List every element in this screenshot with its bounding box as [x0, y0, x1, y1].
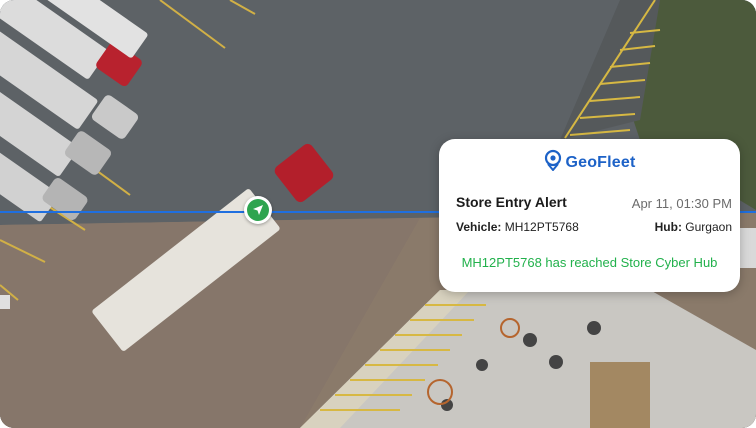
brand-name: GeoFleet [565, 153, 636, 171]
alert-message: MH12PT5768 has reached Store Cyber Hub [461, 255, 718, 270]
alert-timestamp: Apr 11, 01:30 PM [631, 196, 732, 211]
hub-label: Hub: [654, 220, 682, 234]
vehicle-location-marker[interactable] [244, 196, 272, 224]
brand-header: GeoFleet [439, 149, 740, 176]
vehicle-info: Vehicle: MH12PT5768 [456, 220, 579, 234]
vehicle-value: MH12PT5768 [504, 220, 579, 234]
vehicle-label: Vehicle: [456, 220, 502, 234]
store-entry-alert-card[interactable]: GeoFleet Store Entry Alert Apr 11, 01:30… [439, 139, 740, 292]
map-view: GeoFleet Store Entry Alert Apr 11, 01:30… [0, 0, 756, 428]
alert-title: Store Entry Alert [456, 194, 567, 210]
navigation-arrow-icon [247, 199, 269, 221]
hub-info: Hub: Gurgaon [655, 220, 732, 234]
hub-value: Gurgaon [685, 220, 732, 234]
location-pin-icon [543, 149, 563, 176]
